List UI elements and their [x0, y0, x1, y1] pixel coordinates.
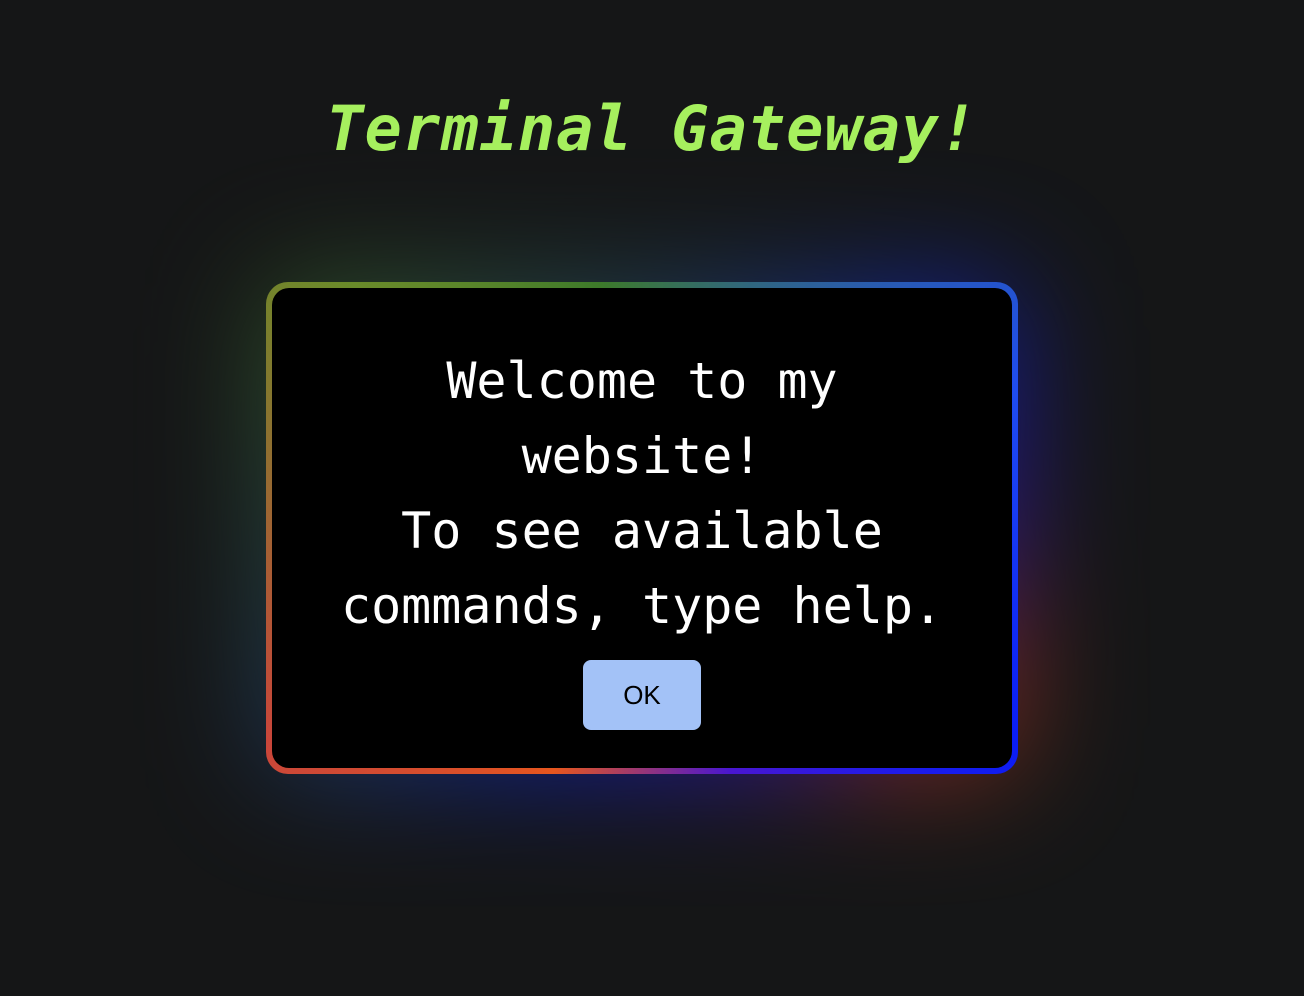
help-hint-text: To see available commands, type help. — [340, 502, 944, 635]
dialog-body: Welcome to my website! To see available … — [272, 288, 1012, 768]
ok-button[interactable]: OK — [583, 660, 701, 730]
welcome-dialog: Welcome to my website! To see available … — [266, 282, 1018, 774]
welcome-text: Welcome to my website! — [446, 352, 838, 485]
page-title: Terminal Gateway! — [326, 92, 978, 165]
dialog-message: Welcome to my website! To see available … — [312, 344, 972, 644]
